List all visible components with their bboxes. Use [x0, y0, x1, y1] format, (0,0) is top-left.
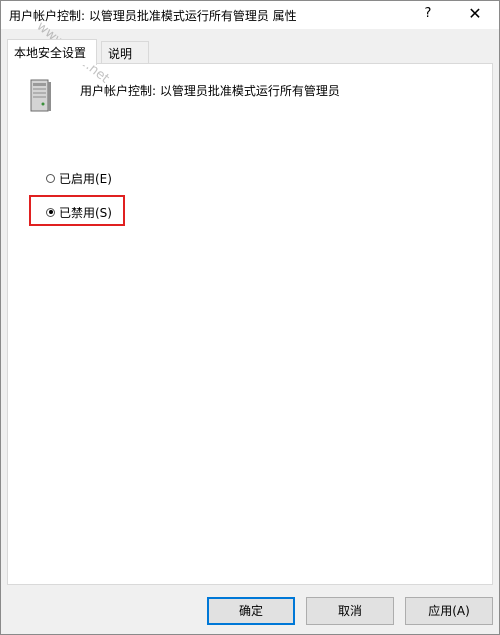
tab-panel: 用户帐户控制: 以管理员批准模式运行所有管理员 已启用(E) 已禁用(S) [7, 63, 493, 585]
radio-enabled-circle[interactable] [46, 173, 55, 183]
server-icon [30, 79, 51, 112]
properties-dialog: 用户帐户控制: 以管理员批准模式运行所有管理员 属性 ? ✕ 本地安全设置 说明… [0, 0, 500, 635]
title-bar: 用户帐户控制: 以管理员批准模式运行所有管理员 属性 ? ✕ [1, 1, 499, 29]
policy-title: 用户帐户控制: 以管理员批准模式运行所有管理员 [80, 84, 340, 98]
window-title: 用户帐户控制: 以管理员批准模式运行所有管理员 属性 [9, 9, 297, 23]
tab-explain[interactable]: 说明 [101, 41, 149, 64]
tab-strip: 本地安全设置 说明 [7, 39, 493, 65]
close-button[interactable]: ✕ [457, 1, 493, 29]
help-button[interactable]: ? [413, 1, 443, 29]
highlight-annotation-box [29, 195, 125, 226]
radio-enabled[interactable]: 已启用(E) [46, 168, 112, 188]
tab-local-security-setting[interactable]: 本地安全设置 [7, 39, 97, 65]
apply-button[interactable]: 应用(A) [405, 597, 493, 625]
radio-enabled-label[interactable]: 已启用(E) [59, 170, 112, 187]
cancel-button[interactable]: 取消 [306, 597, 394, 625]
ok-button[interactable]: 确定 [207, 597, 295, 625]
